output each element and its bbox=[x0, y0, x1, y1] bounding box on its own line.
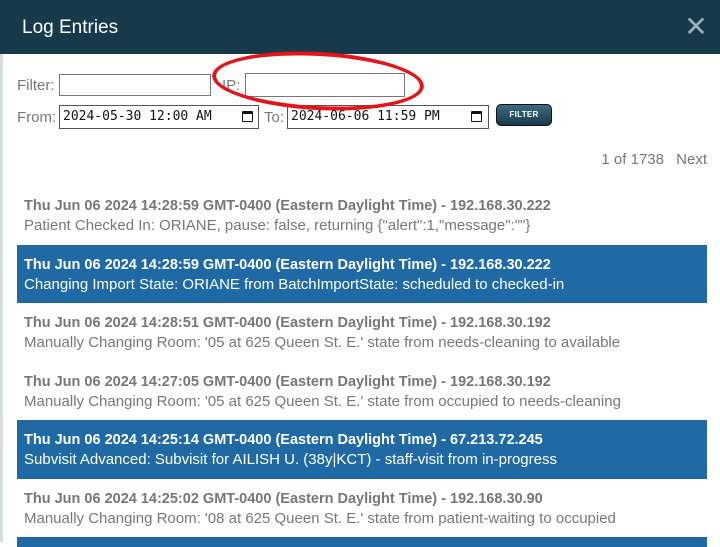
log-entry-list: Thu Jun 06 2024 14:28:59 GMT-0400 (Easte… bbox=[17, 186, 707, 547]
from-date-value: 2024-05-30 12:00 AM bbox=[63, 109, 212, 124]
log-entry-header: Thu Jun 06 2024 14:27:05 GMT-0400 (Easte… bbox=[24, 373, 551, 390]
log-entry-row[interactable]: Thu Jun 06 2024 14:25:02 GMT-0400 (Easte… bbox=[17, 479, 707, 538]
filter-input[interactable] bbox=[59, 74, 211, 96]
to-date-input[interactable]: 2024-06-06 11:59 PM bbox=[287, 105, 489, 129]
log-entry-message: Subvisit Advanced: Subvisit for AILISH U… bbox=[24, 451, 557, 468]
log-entry-row[interactable]: Thu Jun 06 2024 14:27:05 GMT-0400 (Easte… bbox=[17, 362, 707, 421]
log-entry-header: Thu Jun 06 2024 14:28:51 GMT-0400 (Easte… bbox=[24, 315, 551, 331]
log-entry-header: Thu Jun 06 2024 14:28:59 GMT-0400 (Easte… bbox=[24, 256, 551, 273]
log-entry-row-selected[interactable]: Thu Jun 06 2024 14:28:59 GMT-0400 (Easte… bbox=[17, 244, 707, 303]
next-page-link[interactable]: Next bbox=[676, 151, 707, 168]
log-entry-message: Patient Checked In: ORIANE, pause: false… bbox=[24, 217, 531, 234]
log-entry-row-selected[interactable]: Thu Jun 06 2024 14:25:14 GMT-0400 (Easte… bbox=[17, 420, 707, 479]
page-count: 1 of 1738 bbox=[601, 151, 664, 168]
dialog-header: Log Entries ✕ bbox=[0, 0, 720, 54]
log-entry-header: Thu Jun 06 2024 14:28:59 GMT-0400 (Easte… bbox=[24, 198, 551, 214]
dialog-title: Log Entries bbox=[22, 17, 119, 38]
log-entry-message: Manually Changing Room: '08 at 625 Queen… bbox=[24, 509, 616, 527]
to-label: To: bbox=[264, 109, 285, 126]
log-entry-message: Changing Import State: ORIANE from Batch… bbox=[24, 275, 565, 293]
log-entry-message: Manually Changing Room: '05 at 625 Queen… bbox=[24, 334, 621, 351]
close-icon[interactable]: ✕ bbox=[681, 12, 711, 42]
calendar-icon[interactable] bbox=[242, 111, 253, 122]
dialog-left-edge bbox=[0, 54, 3, 542]
log-entry-header: Thu Jun 06 2024 14:25:14 GMT-0400 (Easte… bbox=[24, 432, 543, 448]
filter-label: Filter: bbox=[17, 77, 55, 94]
log-entry-header: Thu Jun 06 2024 14:25:02 GMT-0400 (Easte… bbox=[24, 490, 543, 507]
ip-label: IP: bbox=[222, 77, 241, 94]
to-date-value: 2024-06-06 11:59 PM bbox=[291, 109, 440, 124]
log-entry-message: Manually Changing Room: '05 at 625 Queen… bbox=[24, 392, 621, 410]
ip-input[interactable] bbox=[245, 73, 405, 97]
log-entry-row[interactable]: Thu Jun 06 2024 14:28:51 GMT-0400 (Easte… bbox=[17, 303, 707, 362]
from-date-input[interactable]: 2024-05-30 12:00 AM bbox=[59, 105, 259, 129]
pagination: 1 of 1738 Next bbox=[601, 151, 707, 169]
from-label: From: bbox=[17, 109, 57, 126]
filter-button[interactable]: FILTER bbox=[496, 104, 552, 126]
calendar-icon[interactable] bbox=[471, 111, 482, 122]
log-entry-row[interactable]: Thu Jun 06 2024 14:28:59 GMT-0400 (Easte… bbox=[17, 186, 707, 245]
log-entry-row-partial[interactable] bbox=[17, 537, 707, 547]
